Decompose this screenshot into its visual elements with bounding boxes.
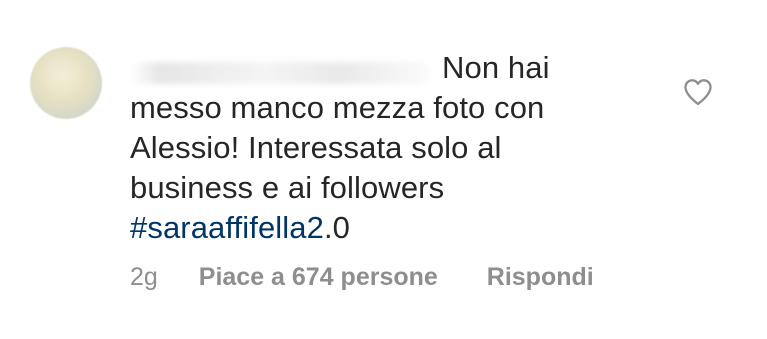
hashtag-suffix: .0	[323, 210, 351, 245]
avatar[interactable]	[30, 47, 102, 119]
comment-time: 2g	[130, 263, 158, 291]
likes-count-button[interactable]: Piace a 674 persone	[199, 262, 438, 292]
reply-button[interactable]: Rispondi	[487, 262, 594, 292]
comment-line: #saraaffifella2.0	[130, 208, 560, 248]
comment-line: Non hai	[442, 50, 550, 85]
comment-line: business e ai followers	[130, 170, 445, 205]
comment-line: messo manco mezza foto con	[130, 90, 545, 125]
comment-meta: 2g Piace a 674 persone Rispondi	[130, 262, 594, 292]
comment-text: Non hai messo manco mezza foto con Aless…	[130, 48, 560, 248]
heart-icon[interactable]	[683, 78, 713, 106]
comment-line: Alessio! Interessata solo al	[130, 130, 502, 165]
hashtag-link[interactable]: #saraaffifella2	[130, 210, 324, 245]
